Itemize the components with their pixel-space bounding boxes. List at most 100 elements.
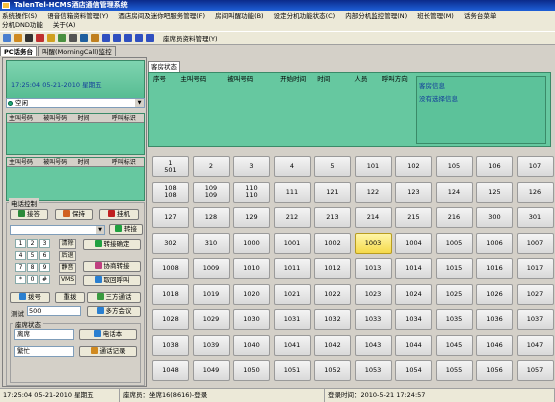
extension-1019[interactable]: 1019 [192, 283, 230, 305]
extension-301[interactable]: 301 [516, 207, 554, 228]
phone-icon[interactable] [80, 34, 88, 42]
three-way-button[interactable]: 三方通话 [87, 292, 141, 303]
menu-item[interactable]: 语音信箱资料管理(Y) [47, 12, 108, 21]
dial-button[interactable]: 拨号 [10, 292, 50, 303]
hold-button[interactable]: 保持 [55, 209, 93, 220]
retrieve-call-button[interactable]: 取回呼叫 [83, 275, 141, 286]
menu-item[interactable]: 内部分机监控管理(N) [345, 12, 407, 21]
extension-1035[interactable]: 1035 [435, 309, 473, 330]
filter-icon[interactable] [14, 34, 22, 42]
extension-129[interactable]: 129 [233, 207, 270, 228]
extension-107[interactable]: 107 [516, 156, 554, 177]
extension-1011[interactable]: 1011 [273, 258, 311, 279]
keypad-6[interactable]: 7 [15, 263, 26, 272]
chevron-down-icon[interactable]: ▼ [135, 99, 144, 107]
keypad-1[interactable]: 2 [27, 239, 38, 248]
extension-1013[interactable]: 1013 [354, 258, 392, 279]
extension-1032[interactable]: 1032 [314, 309, 351, 330]
extension-1018[interactable]: 1018 [152, 283, 189, 305]
chevron-down-icon[interactable]: ▼ [96, 226, 104, 234]
queue-column-header[interactable]: 呼叫标识 [110, 158, 144, 166]
transfer-button[interactable]: 转接 [109, 224, 143, 235]
extension-1056[interactable]: 1056 [476, 360, 513, 381]
extension-1029[interactable]: 1029 [192, 309, 230, 330]
menu-item[interactable]: 班长管理(M) [417, 12, 454, 21]
extension-302[interactable]: 302 [152, 232, 189, 254]
extension-106[interactable]: 106 [476, 156, 513, 177]
extension-1014[interactable]: 1014 [395, 258, 432, 279]
toolbar-label[interactable]: 座席员资料管理(Y) [163, 33, 218, 43]
extension-1057[interactable]: 1057 [516, 360, 554, 381]
answer-button[interactable]: 接答 [10, 209, 48, 220]
extension-1040[interactable]: 1040 [233, 334, 270, 356]
dial-number-input[interactable]: ▼ [10, 225, 105, 235]
check-icon[interactable] [135, 34, 143, 42]
mute-button[interactable]: 静音 [59, 263, 76, 273]
extension-1026[interactable]: 1026 [476, 283, 513, 305]
extension-1036[interactable]: 1036 [476, 309, 513, 330]
keypad-3[interactable]: 4 [15, 251, 26, 260]
queue-column-header[interactable]: 主叫号码 [7, 114, 41, 122]
extension-2[interactable]: 2 [192, 156, 230, 177]
extension-109[interactable]: 109 109 [192, 181, 230, 203]
phonebook-button[interactable]: 电话本 [79, 329, 137, 340]
keypad-10[interactable]: 0 [27, 275, 38, 284]
clock-icon[interactable] [25, 34, 33, 42]
extension-102[interactable]: 102 [395, 156, 432, 177]
extension-1043[interactable]: 1043 [354, 334, 392, 356]
extension-214[interactable]: 214 [354, 207, 392, 228]
incoming-queue[interactable]: 主叫号码 被叫号码 时间 呼叫标识 [6, 113, 145, 155]
menu-item[interactable]: 关于(A) [53, 21, 76, 30]
extension-1006[interactable]: 1006 [476, 232, 513, 254]
printer-icon[interactable] [69, 34, 77, 42]
extension-1050[interactable]: 1050 [233, 360, 270, 381]
extension-1023[interactable]: 1023 [354, 283, 392, 305]
extension-110[interactable]: 110 110 [233, 181, 270, 203]
extension-1020[interactable]: 1020 [233, 283, 270, 305]
extension-1038[interactable]: 1038 [152, 334, 189, 356]
extension-215[interactable]: 215 [395, 207, 432, 228]
extension-1010[interactable]: 1010 [233, 258, 270, 279]
queue-column-header[interactable]: 被叫号码 [41, 158, 75, 166]
extension-1000[interactable]: 1000 [233, 232, 270, 254]
redial-button[interactable]: 重拨 [55, 292, 85, 303]
extension-4[interactable]: 4 [273, 156, 311, 177]
extension-1039[interactable]: 1039 [192, 334, 230, 356]
tab-1[interactable]: 叫醒(MorningCall)监控 [38, 46, 116, 56]
room-table-column[interactable]: 序号 [149, 73, 176, 86]
seat-status-select[interactable]: 离席 [14, 329, 74, 340]
vms-button[interactable]: VMS [59, 275, 76, 285]
extension-212[interactable]: 212 [273, 207, 311, 228]
test-input[interactable]: 500 [27, 306, 81, 316]
extension-1005[interactable]: 1005 [435, 232, 473, 254]
extension-1004[interactable]: 1004 [395, 232, 432, 254]
extension-1042[interactable]: 1042 [314, 334, 351, 356]
extension-1047[interactable]: 1047 [516, 334, 554, 356]
keypad-11[interactable]: # [39, 275, 50, 284]
extension-1054[interactable]: 1054 [395, 360, 432, 381]
conference-button[interactable]: 多方会议 [87, 306, 141, 317]
extension-128[interactable]: 128 [192, 207, 230, 228]
extension-300[interactable]: 300 [476, 207, 513, 228]
extension-1055[interactable]: 1055 [435, 360, 473, 381]
extension-1051[interactable]: 1051 [273, 360, 311, 381]
extension-1053[interactable]: 1053 [354, 360, 392, 381]
extension-1024[interactable]: 1024 [395, 283, 432, 305]
extension-1041[interactable]: 1041 [273, 334, 311, 356]
key-icon[interactable] [91, 34, 99, 42]
extension-1012[interactable]: 1012 [314, 258, 351, 279]
extension-105[interactable]: 105 [435, 156, 473, 177]
extension-1002[interactable]: 1002 [314, 232, 351, 254]
extension-1033[interactable]: 1033 [354, 309, 392, 330]
extension-3[interactable]: 3 [233, 156, 270, 177]
extension-1052[interactable]: 1052 [314, 360, 351, 381]
keypad-5[interactable]: 6 [39, 251, 50, 260]
extension-1027[interactable]: 1027 [516, 283, 554, 305]
check-icon[interactable] [102, 34, 110, 42]
queue-column-header[interactable]: 时间 [76, 158, 110, 166]
call-log-button[interactable]: 通话记录 [79, 346, 137, 357]
extension-122[interactable]: 122 [354, 181, 392, 203]
menu-item[interactable]: 话务台菜单 [464, 12, 497, 21]
extension-101[interactable]: 101 [354, 156, 392, 177]
extension-124[interactable]: 124 [435, 181, 473, 203]
